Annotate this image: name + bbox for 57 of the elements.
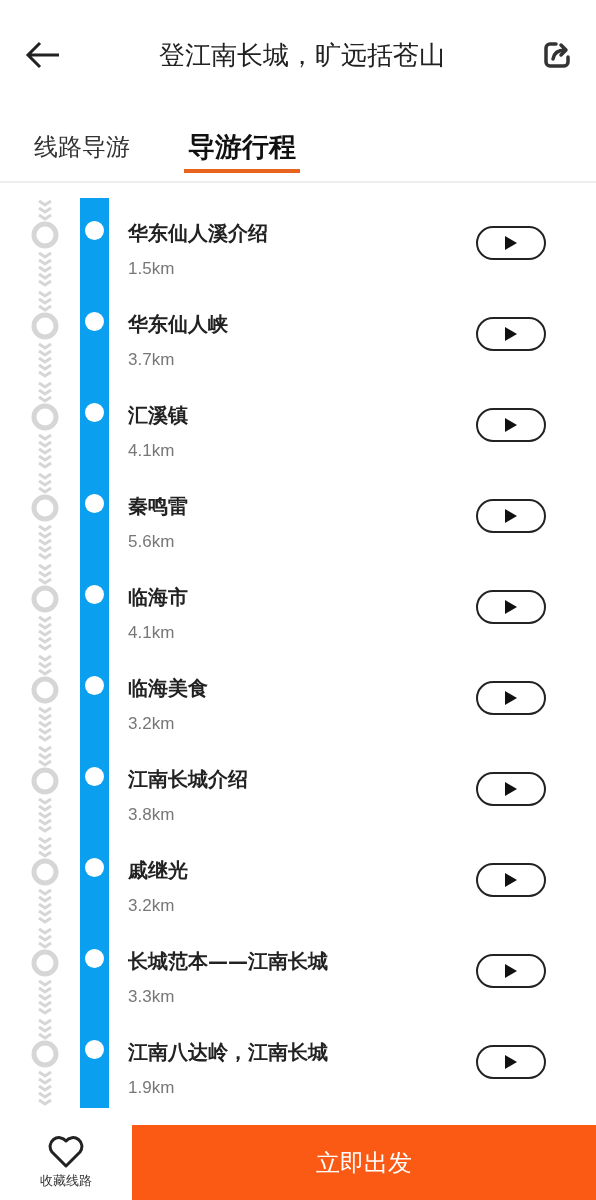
play-icon	[504, 326, 518, 342]
stop-dot	[85, 494, 104, 513]
play-icon	[504, 963, 518, 979]
stop-name[interactable]: 长城范本——江南长城	[128, 948, 476, 975]
stop-distance: 3.3km	[128, 987, 176, 1007]
stop-name[interactable]: 秦鸣雷	[128, 493, 476, 520]
stop-name[interactable]: 江南长城介绍	[128, 766, 476, 793]
play-icon	[504, 508, 518, 524]
stop-dot	[85, 221, 104, 240]
share-icon[interactable]	[542, 40, 572, 70]
play-button[interactable]	[476, 408, 546, 442]
play-button[interactable]	[476, 954, 546, 988]
stop-distance: 4.1km	[128, 623, 176, 643]
play-icon	[504, 417, 518, 433]
play-button[interactable]	[476, 1045, 546, 1079]
stop-dot	[85, 585, 104, 604]
play-button[interactable]	[476, 590, 546, 624]
play-button[interactable]	[476, 772, 546, 806]
play-icon	[504, 599, 518, 615]
tab[interactable]: 导游行程	[184, 128, 300, 173]
play-icon	[504, 1054, 518, 1070]
stop-dot	[85, 312, 104, 331]
play-icon	[504, 690, 518, 706]
play-button[interactable]	[476, 499, 546, 533]
play-button[interactable]	[476, 681, 546, 715]
stop-dot	[85, 676, 104, 695]
heart-icon	[48, 1135, 84, 1168]
stop-name[interactable]: 汇溪镇	[128, 402, 476, 429]
stop-distance: 5.6km	[128, 532, 176, 552]
page-title: 登江南长城，旷远括苍山	[157, 38, 446, 72]
play-icon	[504, 872, 518, 888]
stop-dot	[85, 949, 104, 968]
stop-dot	[85, 403, 104, 422]
stop-distance: 3.8km	[128, 805, 176, 825]
stop-dot	[85, 858, 104, 877]
stop-distance: 3.2km	[128, 714, 176, 734]
stop-distance: 1.5km	[128, 259, 176, 279]
stop-distance: 3.2km	[128, 896, 176, 916]
play-icon	[504, 781, 518, 797]
stop-name[interactable]: 戚继光	[128, 857, 476, 884]
play-button[interactable]	[476, 863, 546, 897]
stop-name[interactable]: 华东仙人溪介绍	[128, 220, 476, 247]
favorite-label: 收藏线路	[40, 1171, 92, 1190]
stop-name[interactable]: 临海市	[128, 584, 476, 611]
play-button[interactable]	[476, 226, 546, 260]
stop-distance: 3.7km	[128, 350, 176, 370]
stop-dot	[85, 767, 104, 786]
play-icon	[504, 235, 518, 251]
stop-name[interactable]: 临海美食	[128, 675, 476, 702]
back-icon[interactable]	[25, 41, 61, 69]
tab[interactable]: 线路导游	[30, 130, 134, 171]
stop-dot	[85, 1040, 104, 1059]
stop-distance: 1.9km	[128, 1078, 176, 1098]
stop-name[interactable]: 华东仙人峡	[128, 311, 476, 338]
stop-distance: 4.1km	[128, 441, 176, 461]
play-button[interactable]	[476, 317, 546, 351]
stop-name[interactable]: 江南八达岭，江南长城	[128, 1039, 476, 1066]
